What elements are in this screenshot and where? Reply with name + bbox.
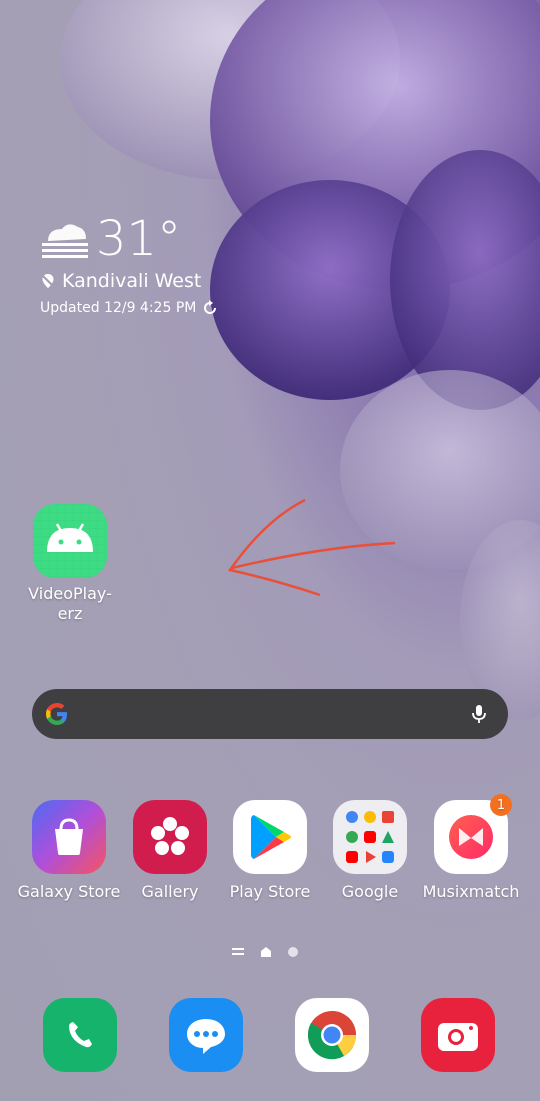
updated-time: Updated 12/9 4:25 PM xyxy=(40,300,197,316)
google-folder-app[interactable]: Google xyxy=(315,800,425,901)
videoplayerz-app[interactable]: VideoPlay- erz xyxy=(20,504,120,624)
weather-widget[interactable]: 31° Kandivali West Updated 12/9 4:25 PM xyxy=(40,214,218,316)
galaxy-store-label: Galaxy Store xyxy=(17,882,121,901)
page-indicators[interactable] xyxy=(232,946,298,958)
app-label-line2: erz xyxy=(57,604,83,623)
messages-icon xyxy=(169,998,243,1072)
galaxy-store-app[interactable]: Galaxy Store xyxy=(14,800,124,901)
temperature: 31° xyxy=(96,211,182,267)
mic-icon[interactable] xyxy=(468,703,490,725)
camera-app[interactable] xyxy=(421,998,495,1072)
annotation-arrow xyxy=(227,498,396,597)
play-store-app[interactable]: Play Store xyxy=(215,800,325,901)
list-page-indicator-icon xyxy=(232,948,244,955)
gallery-label: Gallery xyxy=(141,882,199,901)
google-search-bar[interactable] xyxy=(32,689,508,739)
location-name: Kandivali West xyxy=(62,270,202,292)
musixmatch-app[interactable]: 1 Musixmatch xyxy=(416,794,526,901)
play-triangle-icon xyxy=(233,800,307,874)
android-icon xyxy=(33,504,107,578)
google-label: Google xyxy=(341,882,399,901)
gallery-app[interactable]: Gallery xyxy=(115,800,225,901)
home-page-indicator-icon xyxy=(261,947,271,957)
location-off-icon xyxy=(41,274,55,288)
camera-icon xyxy=(421,998,495,1072)
chrome-icon xyxy=(295,998,369,1072)
google-folder-icon xyxy=(333,800,407,874)
messages-app[interactable] xyxy=(169,998,243,1072)
refresh-icon[interactable] xyxy=(202,300,218,316)
phone-app[interactable] xyxy=(43,998,117,1072)
play-store-label: Play Store xyxy=(229,882,311,901)
musixmatch-label: Musixmatch xyxy=(422,882,520,901)
phone-icon xyxy=(43,998,117,1072)
shopping-bag-icon xyxy=(32,800,106,874)
page-dot xyxy=(288,947,298,957)
app-label-line1: VideoPlay- xyxy=(28,584,112,603)
notification-badge: 1 xyxy=(490,794,512,816)
chrome-app[interactable] xyxy=(295,998,369,1072)
google-g-icon xyxy=(46,703,67,725)
fog-cloud-icon xyxy=(42,224,88,258)
flower-icon xyxy=(133,800,207,874)
